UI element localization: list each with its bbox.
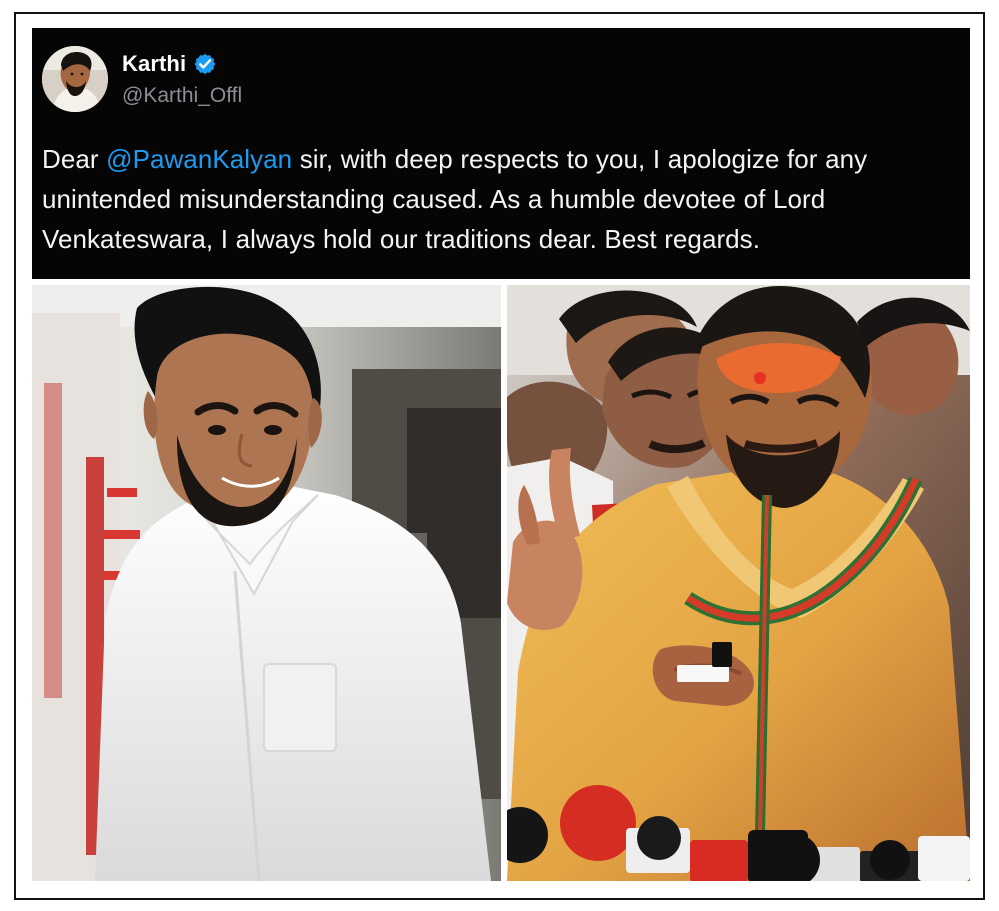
tweet-body: Dear @PawanKalyan sir, with deep respect…	[42, 139, 960, 259]
photo-left-man-white-shirt	[32, 285, 501, 881]
verified-check-icon	[194, 53, 216, 75]
photo-right-man-saffron-attire	[507, 285, 970, 881]
author-name-row: Karthi	[122, 50, 217, 78]
author-avatar[interactable]	[42, 46, 108, 112]
mention-link-pawankalyan[interactable]: @PawanKalyan	[106, 144, 292, 174]
tweet-text-prefix: Dear	[42, 144, 107, 174]
tweet-card: Karthi @Karthi_Offl Dear @PawanKalyan si…	[32, 28, 970, 279]
author-handle[interactable]: @Karthi_Offl	[122, 84, 242, 108]
author-name[interactable]: Karthi	[122, 50, 186, 78]
